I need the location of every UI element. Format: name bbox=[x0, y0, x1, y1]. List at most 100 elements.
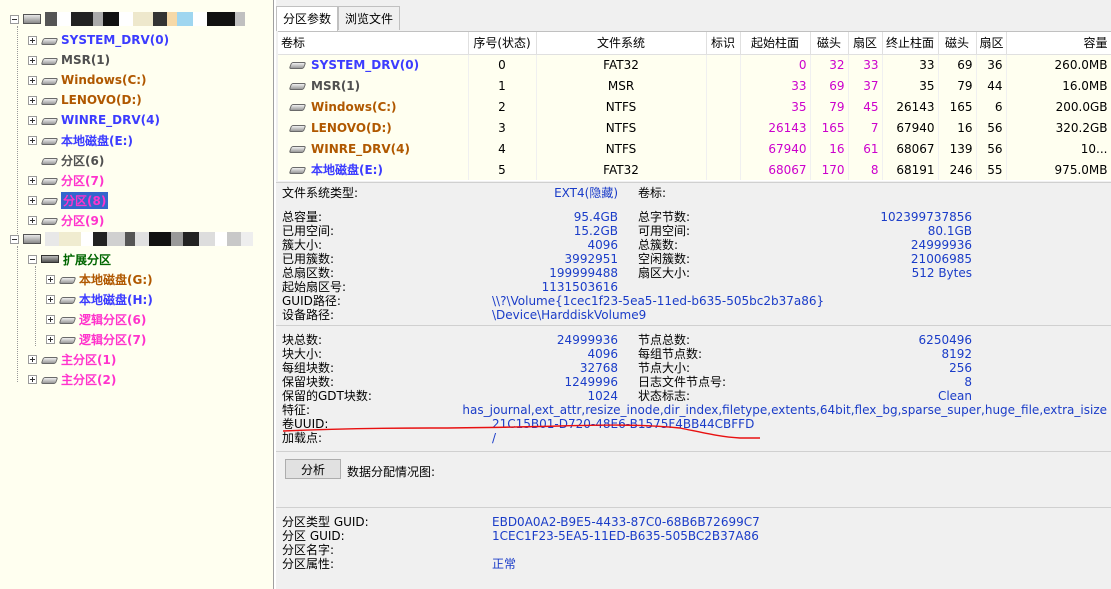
expand-icon[interactable] bbox=[28, 35, 37, 45]
tree-item-partition[interactable]: 分区(8) bbox=[28, 190, 109, 210]
column-header[interactable]: 序号(状态) bbox=[468, 32, 537, 55]
cell-ec: 68191 bbox=[882, 159, 939, 180]
column-header[interactable]: 扇区 bbox=[976, 32, 1007, 55]
table-row[interactable]: MSR(1) 1 MSR 33 69 37 35 79 44 16.0MB bbox=[278, 75, 1111, 96]
column-header[interactable]: 起始柱面 bbox=[740, 32, 811, 55]
tree-item-partition[interactable]: LENOVO(D:) bbox=[28, 90, 142, 110]
redacted-disk-name bbox=[45, 232, 253, 246]
cell-idx: 2 bbox=[468, 96, 537, 117]
partition-icon bbox=[289, 123, 305, 132]
expand-icon[interactable] bbox=[46, 334, 55, 344]
info-key: 每组节点数: bbox=[638, 347, 703, 361]
features-label: 特征: bbox=[282, 403, 311, 417]
disk-node-1[interactable] bbox=[10, 9, 245, 29]
cell-sh: 79 bbox=[810, 96, 849, 117]
column-header[interactable]: 容量 bbox=[1006, 32, 1111, 55]
column-header[interactable]: 标识 bbox=[706, 32, 741, 55]
expand-icon[interactable] bbox=[28, 354, 37, 364]
cell-sc: 0 bbox=[740, 54, 811, 75]
column-header[interactable]: 终止柱面 bbox=[882, 32, 939, 55]
volume-label: 本地磁盘(E:) bbox=[311, 163, 383, 177]
cell-sc: 35 bbox=[740, 96, 811, 117]
disk-node-2[interactable] bbox=[10, 229, 253, 249]
expand-icon[interactable] bbox=[28, 55, 37, 65]
expand-icon[interactable] bbox=[28, 75, 37, 85]
volume-cell: LENOVO(D:) bbox=[278, 117, 469, 138]
info-row: 保留的GDT块数: 1024 状态标志: Clean bbox=[282, 389, 1107, 403]
expand-icon[interactable] bbox=[46, 314, 55, 324]
partition-icon bbox=[289, 60, 305, 69]
guid-value: 1CEC1F23-5EA5-11ED-B635-505BC2B37A86 bbox=[492, 529, 759, 543]
tree-item-partition[interactable]: 分区(9) bbox=[28, 210, 104, 230]
tree-item-partition[interactable]: WINRE_DRV(4) bbox=[28, 110, 160, 130]
expand-icon[interactable] bbox=[28, 95, 37, 105]
cell-idx: 0 bbox=[468, 54, 537, 75]
table-row[interactable]: SYSTEM_DRV(0) 0 FAT32 0 32 33 33 69 36 260.0MB bbox=[278, 54, 1111, 75]
column-header[interactable]: 文件系统 bbox=[536, 32, 707, 55]
tree-item-partition[interactable]: Windows(C:) bbox=[28, 70, 147, 90]
partition-icon bbox=[289, 144, 305, 153]
expand-icon[interactable] bbox=[28, 115, 37, 125]
tree-item-partition[interactable]: 本地磁盘(G:) bbox=[46, 269, 153, 289]
tree-item-partition[interactable]: 本地磁盘(E:) bbox=[28, 130, 133, 150]
expand-icon[interactable] bbox=[28, 215, 37, 225]
partition-icon bbox=[59, 335, 75, 344]
collapse-icon[interactable] bbox=[10, 14, 19, 24]
tree-item-partition[interactable]: 逻辑分区(6) bbox=[46, 309, 146, 329]
expand-icon[interactable] bbox=[46, 294, 55, 304]
expand-icon[interactable] bbox=[28, 374, 37, 384]
cell-ss: 8 bbox=[848, 159, 883, 180]
volume-label: WINRE_DRV(4) bbox=[311, 141, 410, 156]
partition-icon bbox=[289, 165, 305, 174]
collapse-icon[interactable] bbox=[28, 254, 37, 264]
tree-item-partition[interactable]: 主分区(2) bbox=[28, 369, 116, 389]
table-row[interactable]: WINRE_DRV(4) 4 NTFS 67940 16 61 68067 139 56 10..… bbox=[278, 138, 1111, 159]
column-header[interactable]: 磁头 bbox=[810, 32, 849, 55]
info-value: 80.1GB bbox=[927, 224, 972, 238]
tree-item-partition[interactable]: SYSTEM_DRV(0) bbox=[28, 30, 169, 50]
cell-es: 44 bbox=[976, 75, 1007, 96]
expand-icon[interactable] bbox=[46, 274, 55, 284]
cell-ss: 61 bbox=[848, 138, 883, 159]
redacted-disk-name bbox=[45, 12, 245, 26]
expand-icon[interactable] bbox=[28, 135, 37, 145]
tree-item-partition[interactable]: 分区(6) bbox=[28, 150, 104, 170]
partition-icon bbox=[41, 176, 57, 185]
cell-sh: 16 bbox=[810, 138, 849, 159]
cell-cap: 975.0MB bbox=[1006, 159, 1111, 180]
analyze-button[interactable]: 分析 bbox=[285, 459, 341, 479]
volume-label-label: 卷标: bbox=[638, 186, 667, 200]
guid-row: 分区类型 GUID: EBD0A0A2-B9E5-4433-87C0-68B6B7… bbox=[282, 515, 1107, 529]
column-header[interactable]: 扇区 bbox=[848, 32, 883, 55]
table-row[interactable]: Windows(C:) 2 NTFS 35 79 45 26143 165 6 200.0GB bbox=[278, 96, 1111, 117]
features-value: has_journal,ext_attr,resize_inode,dir_in… bbox=[462, 403, 1107, 417]
tree-item-partition[interactable]: MSR(1) bbox=[28, 50, 110, 70]
partition-icon bbox=[289, 81, 305, 90]
tree-item-partition[interactable]: 本地磁盘(H:) bbox=[46, 289, 153, 309]
tab-browse-files[interactable]: 浏览文件 bbox=[338, 6, 401, 30]
table-row[interactable]: LENOVO(D:) 3 NTFS 26143 165 7 67940 16 56 320.2GB bbox=[278, 117, 1111, 138]
info-value: 4096 bbox=[587, 238, 618, 252]
tree-item-partition[interactable]: 逻辑分区(7) bbox=[46, 329, 146, 349]
fs-type-value: EXT4(隐藏) bbox=[554, 186, 618, 200]
expand-icon[interactable] bbox=[28, 195, 37, 205]
tree-item-partition[interactable]: 分区(7) bbox=[28, 170, 104, 190]
table-row[interactable]: 本地磁盘(E:) 5 FAT32 68067 170 8 68191 246 55 975.0MB bbox=[278, 159, 1111, 180]
partition-icon bbox=[41, 375, 57, 384]
collapse-icon[interactable] bbox=[10, 234, 19, 244]
column-header[interactable]: 磁头 bbox=[938, 32, 977, 55]
tab-partition-params[interactable]: 分区参数 bbox=[276, 6, 339, 31]
cell-eh: 79 bbox=[938, 75, 977, 96]
tree-item-label: WINRE_DRV(4) bbox=[61, 113, 160, 127]
tree-item-label: 逻辑分区(7) bbox=[79, 332, 147, 347]
volume-label: Windows(C:) bbox=[311, 99, 397, 114]
cell-idx: 1 bbox=[468, 75, 537, 96]
tree-item-extended-partition[interactable]: 扩展分区 bbox=[28, 249, 111, 269]
info-value: 24999936 bbox=[910, 238, 972, 252]
info-value bbox=[758, 280, 972, 294]
column-header[interactable]: 卷标 bbox=[278, 32, 469, 55]
tree-item-partition[interactable]: 主分区(1) bbox=[28, 349, 116, 369]
tree-item-label: 主分区(2) bbox=[61, 372, 117, 387]
cell-cap: 200.0GB bbox=[1006, 96, 1111, 117]
expand-icon[interactable] bbox=[28, 175, 37, 185]
